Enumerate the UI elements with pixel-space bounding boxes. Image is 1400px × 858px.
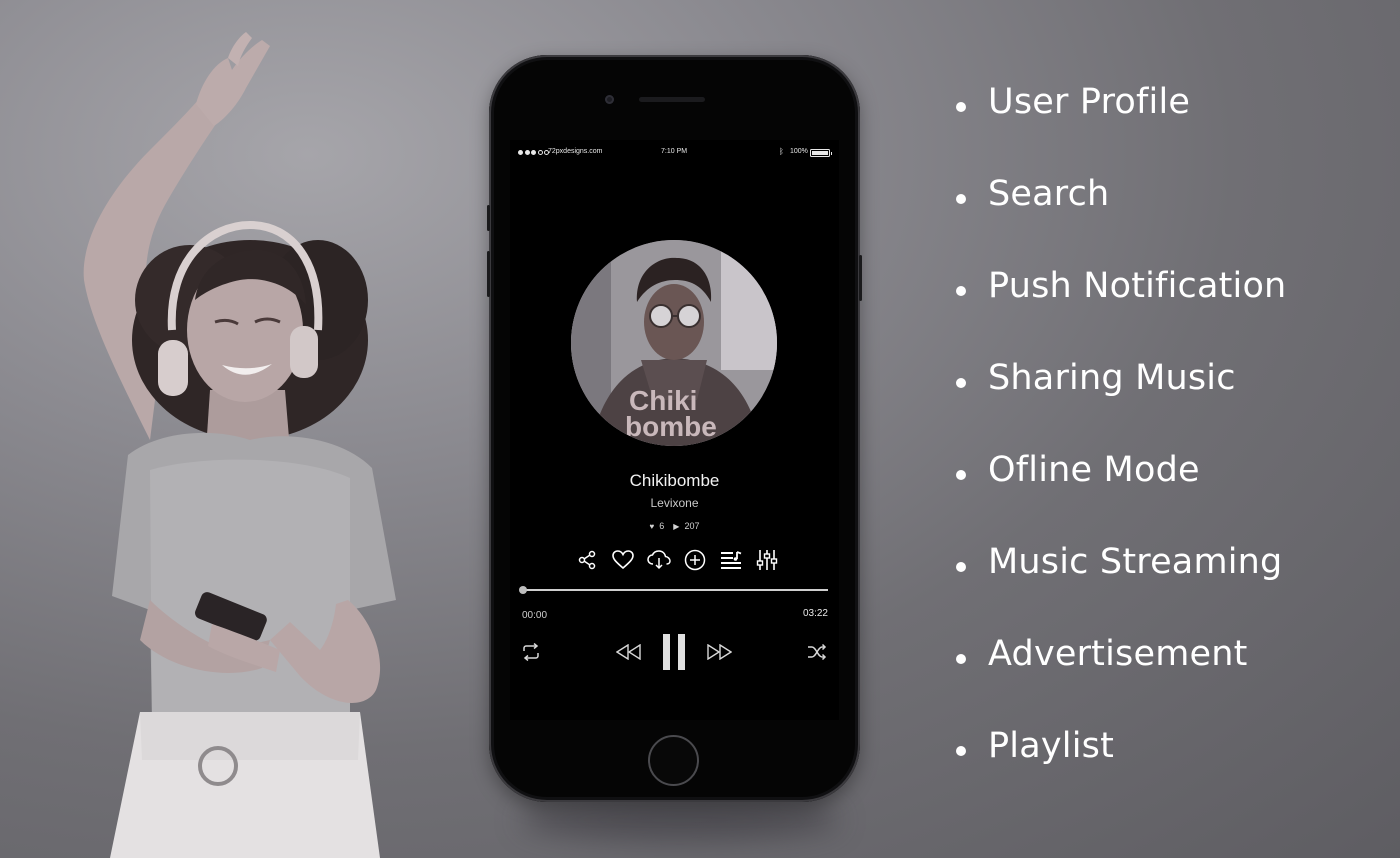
feature-item: Music Streaming [956,542,1286,634]
front-camera [605,95,614,104]
bullet-icon [956,378,966,388]
fast-forward-icon[interactable] [705,640,733,664]
music-player-screen: 72pxdesigns.com 7:10 PM ᛒ 100% Chiki bom… [510,140,839,720]
time-total: 03:22 [802,608,828,619]
album-artwork: Chiki bombe [571,240,777,446]
likes-heart-icon: ♥ [649,521,655,531]
shuffle-icon[interactable] [806,641,828,663]
bullet-icon [956,470,966,480]
track-stats: ♥ 6 ▶ 207 [510,521,839,531]
feature-item: Advertisement [956,634,1286,726]
feature-label: Push Notification [988,266,1287,306]
plays-count: 207 [684,521,700,531]
progress-bar[interactable] [519,586,828,594]
feature-label: Search [988,174,1110,214]
equalizer-icon[interactable] [754,547,780,573]
carrier-name: 72pxdesigns.com [548,148,603,155]
share-icon[interactable] [574,547,600,573]
phone-shadow [520,800,840,840]
bullet-icon [956,746,966,756]
status-time: 7:10 PM [661,148,688,155]
feature-item: Sharing Music [956,358,1286,450]
phone-device: 72pxdesigns.com 7:10 PM ᛒ 100% Chiki bom… [487,55,862,802]
bullet-icon [956,654,966,664]
song-title: Chikibombe [629,471,720,490]
feature-label: Ofline Mode [988,450,1200,490]
feature-list: User Profile Search Push Notification Shari… [956,82,1286,818]
progress-thumb[interactable] [519,586,527,594]
bullet-icon [956,102,966,112]
track-actions [574,547,780,573]
status-bar: 72pxdesigns.com 7:10 PM ᛒ 100% [510,140,839,166]
feature-item: Ofline Mode [956,450,1286,542]
feature-item: User Profile [956,82,1286,174]
time-elapsed: 00:00 [522,610,548,621]
phone-side-button [487,205,490,231]
battery-icon [810,149,832,157]
feature-item: Playlist [956,726,1286,818]
rewind-icon[interactable] [615,640,643,664]
bluetooth-icon: ᛒ [779,147,784,156]
repeat-icon[interactable] [520,641,542,663]
add-circle-icon[interactable] [682,547,708,573]
feature-label: Sharing Music [988,358,1236,398]
signal-strength-icon [518,150,549,155]
plays-icon: ▶ [673,521,680,531]
artist-name: Levixone [650,496,699,510]
home-button[interactable] [648,735,699,786]
feature-label: User Profile [988,82,1191,122]
bullet-icon [956,194,966,204]
earpiece-speaker [639,97,705,102]
playlist-icon[interactable] [718,547,744,573]
likes-count: 6 [659,521,665,531]
battery-percentage: 100% [790,148,808,155]
bullet-icon [956,562,966,572]
phone-side-button [859,255,862,301]
feature-item: Push Notification [956,266,1286,358]
phone-side-button [487,251,490,297]
feature-item: Search [956,174,1286,266]
feature-label: Playlist [988,726,1114,766]
heart-icon[interactable] [610,547,636,573]
woman-with-headphones-illustration [83,32,396,858]
feature-label: Music Streaming [988,542,1283,582]
feature-label: Advertisement [988,634,1248,674]
pause-icon[interactable] [660,632,688,672]
cloud-download-icon[interactable] [646,547,672,573]
artwork-text-line2: bombe [625,411,717,442]
bullet-icon [956,286,966,296]
